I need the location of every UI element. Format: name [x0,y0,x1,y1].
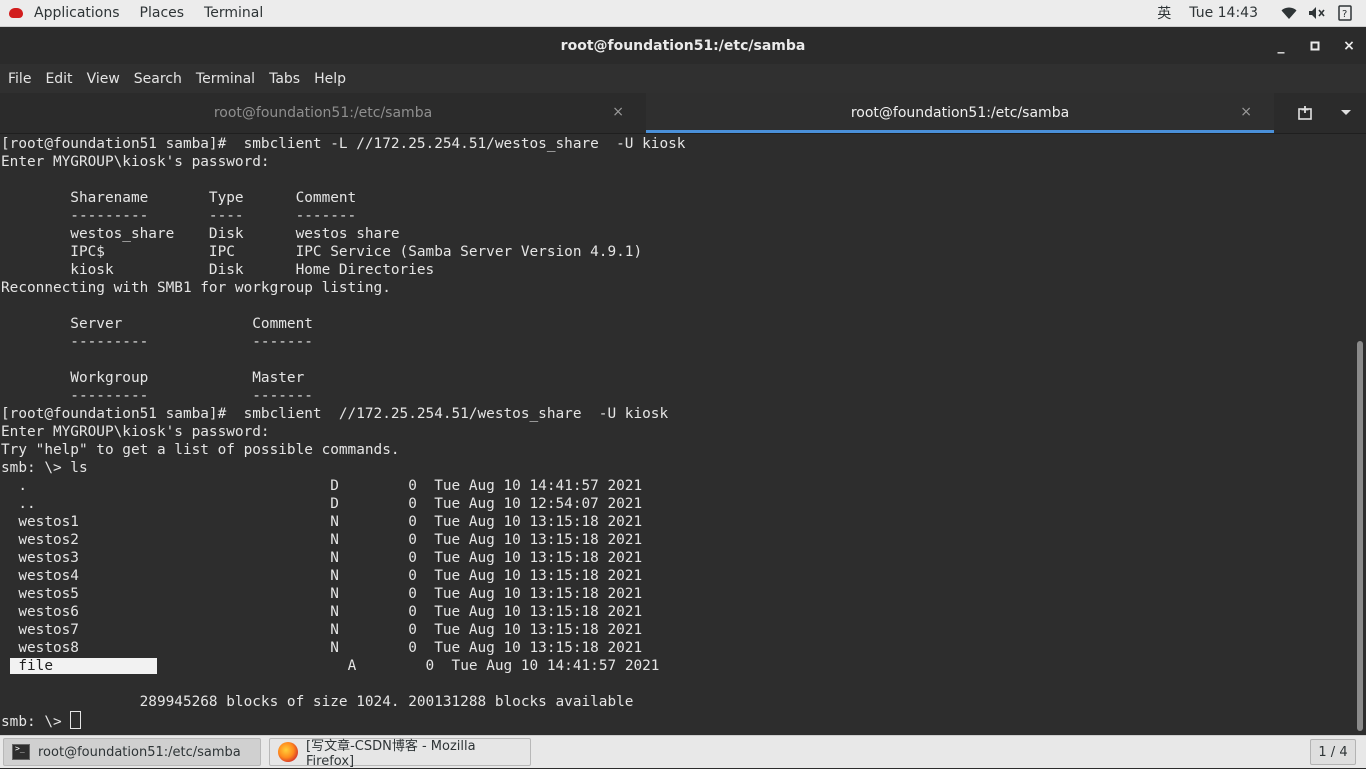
volume-icon[interactable] [1306,0,1328,26]
taskbar-item-label: root@foundation51:/etc/samba [38,744,241,760]
gnome-top-bar: Applications Places Terminal 英 Tue 14:43… [0,0,1366,27]
menu-help[interactable]: Help [306,71,352,87]
terminal-output[interactable]: [root@foundation51 samba]# smbclient -L … [0,134,1354,735]
menu-file[interactable]: File [0,71,37,87]
places-menu[interactable]: Places [130,0,195,26]
terminal-tab-bar: root@foundation51:/etc/samba × root@foun… [0,93,1366,134]
new-tab-icon [1298,106,1312,120]
taskbar-item-firefox[interactable]: [写文章-CSDN博客 - Mozilla Firefox] [269,738,531,769]
terminal-scrollbar[interactable] [1354,134,1366,735]
redhat-logo-icon [8,7,24,19]
terminal-menubar: File Edit View Search Terminal Tabs Help [0,64,1366,93]
clock[interactable]: Tue 14:43 [1175,5,1272,21]
tab-close-icon[interactable]: × [1240,104,1252,120]
menu-terminal[interactable]: Terminal [188,71,261,87]
selected-file-entry[interactable]: file [9,658,157,674]
tab-label: root@foundation51:/etc/samba [213,105,433,121]
input-method-indicator[interactable]: 英 [1153,0,1175,26]
terminal-text: [root@foundation51 samba]# smbclient -L … [1,136,686,656]
firefox-icon [278,742,298,762]
menu-view[interactable]: View [79,71,126,87]
window-list-taskbar: root@foundation51:/etc/samba [写文章-CSDN博客… [0,735,1366,769]
workspace-switcher[interactable]: 1 / 4 [1310,739,1356,765]
close-window-button[interactable]: × [1332,27,1366,64]
tab-label: root@foundation51:/etc/samba [850,105,1070,121]
text-cursor[interactable] [70,711,82,729]
chevron-down-icon [1341,110,1351,115]
window-title: root@foundation51:/etc/samba [560,37,806,54]
tab-2-active[interactable]: root@foundation51:/etc/samba × [646,93,1274,133]
wifi-icon[interactable] [1278,0,1300,26]
maximize-icon [1310,41,1320,50]
applications-menu[interactable]: Applications [24,0,130,26]
menu-tabs[interactable]: Tabs [261,71,306,87]
help-icon[interactable]: ? [1334,0,1356,26]
terminal-icon [12,744,30,760]
tab-close-icon[interactable]: × [612,104,624,120]
terminal-app-menu[interactable]: Terminal [194,0,273,26]
svg-text:?: ? [1342,9,1347,20]
menu-search[interactable]: Search [126,71,188,87]
window-titlebar[interactable]: root@foundation51:/etc/samba _ × [0,27,1366,64]
scrollbar-thumb[interactable] [1357,341,1363,731]
maximize-button[interactable] [1298,27,1332,64]
taskbar-item-terminal[interactable]: root@foundation51:/etc/samba [3,738,261,766]
taskbar-item-label: [写文章-CSDN博客 - Mozilla Firefox] [306,739,476,769]
menu-edit[interactable]: Edit [37,71,78,87]
tab-1[interactable]: root@foundation51:/etc/samba × [0,93,646,133]
shell-prompt: smb: \> [1,714,71,730]
tabs-menu-button[interactable] [1326,93,1366,133]
minimize-button[interactable]: _ [1264,27,1298,64]
new-tab-button[interactable] [1286,93,1326,133]
